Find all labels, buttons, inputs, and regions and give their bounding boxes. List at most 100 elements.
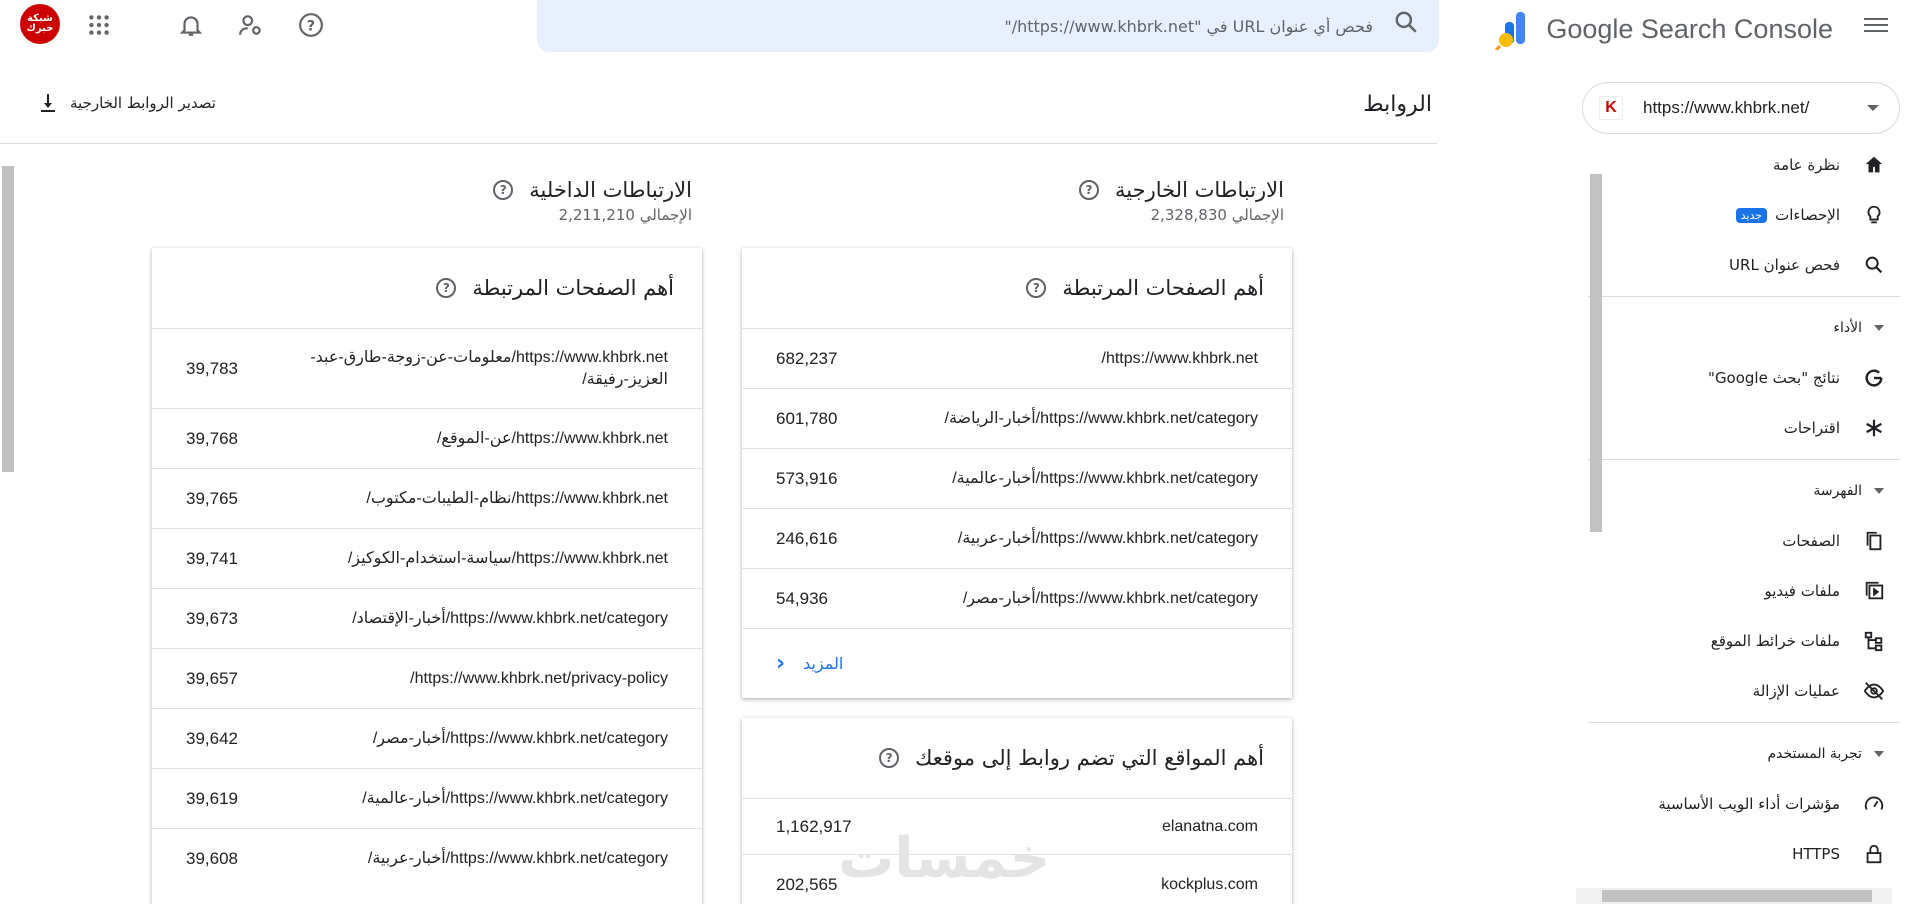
external-top-pages-card: أهم الصفحات المرتبطة ? https://www.khbrk… [742,248,1292,698]
help-icon[interactable]: ? [298,12,324,38]
table-row[interactable]: https://www.khbrk.net/category/أخبار-عرب… [742,508,1292,568]
menu-icon[interactable] [1864,14,1888,34]
link-count: 39,765 [186,488,238,508]
sidebar-item-removals[interactable]: عمليات الإزالة [1572,666,1912,716]
table-row[interactable]: https://www.khbrk.net/privacy-policy/ 39… [152,648,702,708]
main-scrollbar[interactable] [0,148,16,904]
sidebar-item-search-results[interactable]: نتائج "بحث Google" [1572,353,1912,403]
apps-grid-icon[interactable] [86,12,112,38]
search-console-logo-icon [1495,12,1526,50]
internal-links-header: الارتباطات الداخلية ? الإجمالي 2,211,210 [493,178,692,224]
table-row[interactable]: https://www.khbrk.net/category/أخبار-مصر… [152,708,702,768]
section-performance[interactable]: الأداء [1572,303,1912,353]
link-count: 54,936 [776,588,828,608]
gauge-icon [1862,792,1886,816]
card-title: أهم الصفحات المرتبطة [1062,276,1264,300]
url-inspection-search[interactable] [537,0,1439,52]
sidebar-item-insights[interactable]: الإحصاءات جديد [1572,190,1912,240]
caret-down-icon [1874,488,1884,494]
more-label: المزيد [803,654,844,673]
table-row[interactable]: https://www.khbrk.net/category/أخبار-عال… [152,768,702,828]
sidebar-item-suggestions[interactable]: اقتراحات [1572,403,1912,453]
sidebar-horizontal-scrollbar[interactable] [1576,888,1892,904]
link-count: 39,642 [186,728,238,748]
site-domain: elanatna.com [1161,817,1258,835]
table-row[interactable]: https://www.khbrk.net/category/أخبار-عرب… [152,828,702,888]
caret-down-icon [1874,751,1884,757]
sidebar-item-label: الإحصاءات [1775,206,1840,224]
table-row[interactable]: https://www.khbrk.net/نظام-الطيبات-مكتوب… [152,468,702,528]
table-row[interactable]: https://www.khbrk.net/category/أخبار-الر… [742,388,1292,448]
divider [0,143,1437,144]
internal-links-total: الإجمالي 2,211,210 [558,206,692,224]
page-url: https://www.khbrk.net/عن-الموقع/ [436,429,668,447]
export-label: تصدير الروابط الخارجية [70,94,216,112]
sidebar-item-sitemaps[interactable]: ملفات خرائط الموقع [1572,616,1912,666]
caret-down-icon [1874,325,1884,331]
external-links-total: الإجمالي 2,328,830 [1150,206,1284,224]
link-count: 39,673 [186,608,238,628]
table-row[interactable]: https://www.khbrk.net/category/أخبار-مصر… [742,568,1292,628]
card-title: أهم الصفحات المرتبطة [472,276,674,300]
sidebar-item-videos[interactable]: ملفات فيديو [1572,566,1912,616]
section-indexing[interactable]: الفهرسة [1572,466,1912,516]
more-link[interactable]: المزيد ‹ [776,651,843,676]
export-external-links-button[interactable]: تصدير الروابط الخارجية [36,88,216,118]
help-icon[interactable]: ? [1079,180,1099,200]
table-row[interactable]: https://www.khbrk.net/سياسة-استخدام-الكو… [152,528,702,588]
chevron-down-icon [1867,105,1879,111]
sidebar-item-label: الصفحات [1782,532,1840,550]
page-url: https://www.khbrk.net/ [1101,349,1258,367]
sidebar-item-label: نظرة عامة [1773,156,1840,174]
page-url: https://www.khbrk.net/category/أخبار-عرب… [367,849,668,867]
internal-top-pages-card: أهم الصفحات المرتبطة ? https://www.khbrk… [152,248,702,904]
pages-icon [1862,529,1886,553]
link-count: 246,616 [776,528,838,548]
page-url: https://www.khbrk.net/category/أخبار-عال… [952,469,1258,487]
page-url: https://www.khbrk.net/سياسة-استخدام-الكو… [347,549,668,567]
sidebar-item-url-inspection[interactable]: فحص عنوان URL [1572,240,1912,290]
help-icon[interactable]: ? [493,180,514,200]
new-badge: جديد [1735,207,1768,223]
page-url: https://www.khbrk.net/category/أخبار-مصر… [372,729,668,747]
page-url: https://www.khbrk.net/category/أخبار-مصر… [962,589,1258,607]
card-title: أهم المواقع التي تضم روابط إلى موقعك [915,746,1264,770]
link-count: 202,565 [776,874,838,894]
help-icon[interactable]: ? [879,748,900,768]
sidebar-scroll-thumb[interactable] [1590,174,1602,532]
link-count: 39,608 [186,848,238,868]
main-scroll-thumb[interactable] [2,166,14,472]
divider [1588,722,1900,723]
property-url: https://www.khbrk.net/ [1643,98,1810,117]
horizontal-scroll-thumb[interactable] [1602,890,1872,902]
sidebar-item-core-web-vitals[interactable]: مؤشرات أداء الويب الأساسية [1572,779,1912,829]
sidebar-item-label: عمليات الإزالة [1752,682,1840,700]
notifications-icon[interactable] [178,12,204,38]
sidebar-item-label: ملفات فيديو [1764,582,1840,600]
sidebar-item-overview[interactable]: نظرة عامة [1572,140,1912,190]
link-count: 573,916 [776,468,838,488]
search-icon[interactable] [1393,9,1419,35]
sidebar-item-label: فحص عنوان URL [1729,256,1840,274]
account-avatar[interactable]: شبكة خبرك [20,4,60,44]
page-url: https://www.khbrk.net/category/أخبار-عال… [362,789,668,807]
user-settings-icon[interactable] [238,12,264,38]
google-g-icon [1862,366,1886,390]
property-favicon: K [1599,96,1623,120]
property-selector[interactable]: K https://www.khbrk.net/ [1582,82,1900,134]
table-row[interactable]: https://www.khbrk.net/عن-الموقع/ 39,768 [152,408,702,468]
sidebar-item-https[interactable]: HTTPS [1572,829,1912,879]
table-row[interactable]: https://www.khbrk.net/category/أخبار-الإ… [152,588,702,648]
sidebar-scrollbar[interactable] [1588,152,1604,904]
table-row[interactable]: https://www.khbrk.net/معلومات-عن-زوجة-طا… [152,328,702,408]
search-input[interactable] [537,6,1373,46]
help-icon[interactable]: ? [1026,278,1047,298]
sidebar-item-pages[interactable]: الصفحات [1572,516,1912,566]
table-row[interactable]: https://www.khbrk.net/ 682,237 [742,328,1292,388]
page-url: https://www.khbrk.net/category/أخبار-الإ… [352,609,668,627]
help-icon[interactable]: ? [436,278,457,298]
section-experience[interactable]: تجربة المستخدم [1572,729,1912,779]
brand[interactable]: Google Search Console [1494,8,1833,50]
table-row[interactable]: https://www.khbrk.net/category/أخبار-عال… [742,448,1292,508]
sidebar-item-label: نتائج "بحث Google" [1708,369,1840,387]
